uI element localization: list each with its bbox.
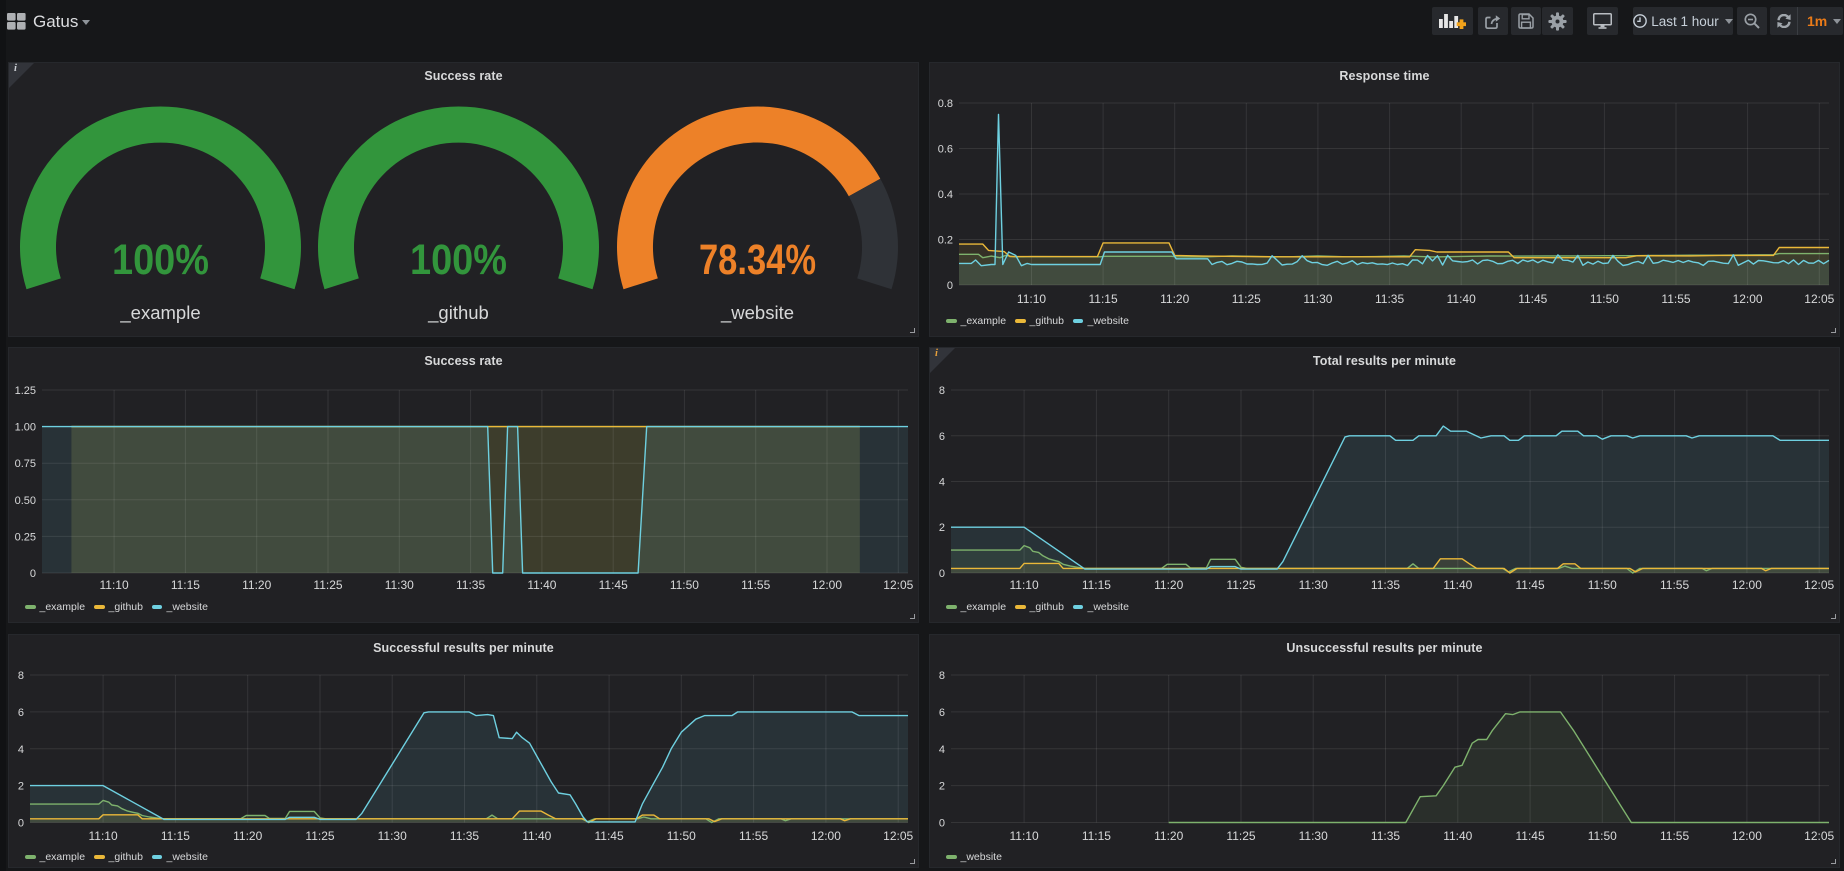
svg-text:11:15: 11:15 [1082, 829, 1111, 843]
svg-text:11:45: 11:45 [599, 578, 628, 592]
svg-text:11:25: 11:25 [1226, 578, 1255, 592]
svg-text:11:10: 11:10 [1010, 829, 1039, 843]
svg-text:11:55: 11:55 [1661, 292, 1690, 306]
svg-text:11:20: 11:20 [233, 829, 262, 843]
svg-text:11:30: 11:30 [378, 829, 407, 843]
svg-text:11:35: 11:35 [456, 578, 485, 592]
svg-text:11:15: 11:15 [161, 829, 190, 843]
svg-text:_example: _example [119, 302, 200, 324]
svg-text:11:40: 11:40 [527, 578, 556, 592]
svg-text:11:15: 11:15 [1082, 578, 1111, 592]
svg-text:11:25: 11:25 [313, 578, 342, 592]
svg-text:11:55: 11:55 [1660, 578, 1689, 592]
svg-text:11:30: 11:30 [1303, 292, 1332, 306]
svg-text:1.25: 1.25 [15, 385, 36, 397]
svg-text:11:45: 11:45 [1518, 292, 1547, 306]
svg-text:0: 0 [939, 568, 945, 580]
svg-text:4: 4 [939, 477, 945, 489]
svg-text:4: 4 [939, 744, 945, 756]
svg-text:6: 6 [939, 707, 945, 719]
svg-text:8: 8 [18, 670, 24, 682]
svg-text:0: 0 [939, 818, 945, 830]
svg-text:78.34%: 78.34% [699, 236, 816, 284]
svg-text:11:35: 11:35 [1375, 292, 1404, 306]
svg-text:11:50: 11:50 [1590, 292, 1619, 306]
svg-text:_github: _github [427, 302, 489, 324]
svg-text:11:50: 11:50 [670, 578, 699, 592]
svg-text:2: 2 [939, 522, 945, 534]
svg-text:1.00: 1.00 [15, 422, 36, 434]
svg-text:0.6: 0.6 [938, 144, 953, 156]
svg-text:11:35: 11:35 [1371, 829, 1400, 843]
svg-text:11:30: 11:30 [385, 578, 414, 592]
svg-text:11:45: 11:45 [1516, 578, 1545, 592]
svg-text:12:05: 12:05 [883, 829, 913, 843]
svg-text:0: 0 [18, 818, 24, 830]
svg-text:8: 8 [939, 385, 945, 397]
svg-text:11:10: 11:10 [1010, 578, 1039, 592]
svg-text:0.25: 0.25 [15, 531, 36, 543]
svg-text:11:55: 11:55 [739, 829, 768, 843]
svg-text:12:00: 12:00 [1733, 292, 1763, 306]
svg-text:12:05: 12:05 [1804, 578, 1834, 592]
svg-text:12:05: 12:05 [883, 578, 913, 592]
svg-text:12:00: 12:00 [812, 578, 842, 592]
svg-text:_website: _website [720, 302, 794, 324]
svg-text:2: 2 [18, 781, 24, 793]
svg-text:0.2: 0.2 [938, 235, 953, 247]
svg-text:12:05: 12:05 [1804, 292, 1834, 306]
svg-text:11:15: 11:15 [171, 578, 200, 592]
svg-text:11:40: 11:40 [1447, 292, 1476, 306]
svg-text:11:20: 11:20 [1154, 829, 1183, 843]
svg-text:11:25: 11:25 [305, 829, 334, 843]
svg-text:11:20: 11:20 [242, 578, 271, 592]
svg-text:11:45: 11:45 [595, 829, 624, 843]
svg-text:8: 8 [939, 670, 945, 682]
svg-text:100%: 100% [410, 236, 507, 284]
svg-text:0.8: 0.8 [938, 98, 953, 110]
svg-text:100%: 100% [112, 236, 209, 284]
svg-text:11:20: 11:20 [1154, 578, 1183, 592]
svg-text:6: 6 [939, 431, 945, 443]
svg-text:6: 6 [18, 707, 24, 719]
svg-text:11:20: 11:20 [1160, 292, 1189, 306]
svg-text:11:40: 11:40 [1443, 578, 1472, 592]
svg-text:0: 0 [947, 280, 953, 292]
svg-text:11:50: 11:50 [1588, 578, 1617, 592]
svg-text:11:40: 11:40 [522, 829, 551, 843]
svg-text:0: 0 [30, 568, 36, 580]
svg-text:11:15: 11:15 [1089, 292, 1118, 306]
svg-text:11:25: 11:25 [1232, 292, 1261, 306]
svg-text:4: 4 [18, 744, 24, 756]
svg-text:11:10: 11:10 [89, 829, 118, 843]
svg-text:11:50: 11:50 [1588, 829, 1617, 843]
svg-text:11:35: 11:35 [450, 829, 479, 843]
svg-text:11:35: 11:35 [1371, 578, 1400, 592]
svg-text:11:30: 11:30 [1299, 829, 1328, 843]
svg-text:11:30: 11:30 [1299, 578, 1328, 592]
svg-text:0.75: 0.75 [15, 458, 36, 470]
svg-text:11:55: 11:55 [1660, 829, 1689, 843]
svg-text:0.4: 0.4 [938, 189, 953, 201]
svg-text:12:00: 12:00 [1732, 578, 1762, 592]
svg-text:11:45: 11:45 [1516, 829, 1545, 843]
svg-text:11:10: 11:10 [100, 578, 129, 592]
svg-text:11:10: 11:10 [1017, 292, 1046, 306]
svg-text:2: 2 [939, 781, 945, 793]
svg-text:12:00: 12:00 [1732, 829, 1762, 843]
svg-text:11:50: 11:50 [667, 829, 696, 843]
svg-text:12:00: 12:00 [811, 829, 841, 843]
svg-text:0.50: 0.50 [15, 495, 36, 507]
svg-text:12:05: 12:05 [1804, 829, 1834, 843]
svg-text:11:40: 11:40 [1443, 829, 1472, 843]
svg-text:11:25: 11:25 [1226, 829, 1255, 843]
svg-text:11:55: 11:55 [741, 578, 770, 592]
